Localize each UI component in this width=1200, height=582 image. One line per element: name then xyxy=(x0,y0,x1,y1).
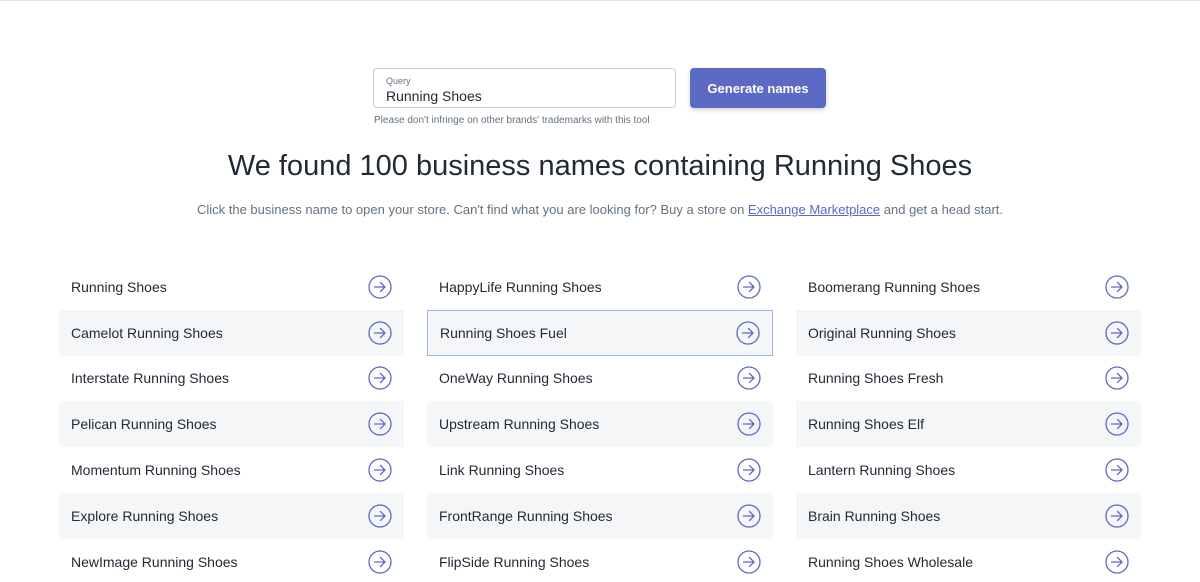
query-label: Query xyxy=(386,76,411,86)
query-field[interactable]: Query xyxy=(373,68,676,108)
arrow-circle-right-icon[interactable] xyxy=(368,321,392,345)
business-name-row[interactable]: Running Shoes Elf xyxy=(796,401,1141,448)
business-name-label: Running Shoes Fuel xyxy=(440,324,567,341)
arrow-circle-right-icon[interactable] xyxy=(1105,321,1129,345)
arrow-circle-right-icon[interactable] xyxy=(1105,458,1129,482)
business-name-row[interactable]: Camelot Running Shoes xyxy=(59,309,404,356)
arrow-circle-right-icon[interactable] xyxy=(368,458,392,482)
arrow-circle-right-icon[interactable] xyxy=(368,504,392,528)
business-name-row[interactable]: OneWay Running Shoes xyxy=(427,356,773,402)
business-name-label: Upstream Running Shoes xyxy=(439,416,600,433)
business-name-row[interactable]: HappyLife Running Shoes xyxy=(427,264,773,310)
top-divider xyxy=(0,0,1200,1)
business-name-label: Lantern Running Shoes xyxy=(808,462,956,479)
business-name-label: Running Shoes xyxy=(71,278,167,295)
arrow-circle-right-icon[interactable] xyxy=(736,321,760,345)
business-name-row[interactable]: Interstate Running Shoes xyxy=(59,356,404,402)
business-name-row[interactable]: Boomerang Running Shoes xyxy=(796,264,1141,310)
business-name-label: Original Running Shoes xyxy=(808,324,956,341)
arrow-circle-right-icon[interactable] xyxy=(368,366,392,391)
trademark-hint: Please don't infringe on other brands' t… xyxy=(374,115,650,126)
business-name-label: Running Shoes Wholesale xyxy=(808,553,973,570)
business-name-row[interactable]: Running Shoes Wholesale xyxy=(796,539,1141,582)
arrow-circle-right-icon[interactable] xyxy=(368,412,392,436)
query-input[interactable] xyxy=(386,88,663,104)
business-name-label: Brain Running Shoes xyxy=(808,507,941,524)
business-name-row[interactable]: Pelican Running Shoes xyxy=(59,401,404,448)
search-bar: Query Generate names xyxy=(373,68,826,108)
business-name-row[interactable]: Link Running Shoes xyxy=(427,447,773,493)
subline-text-before: Click the business name to open your sto… xyxy=(196,202,748,217)
business-name-label: NewImage Running Shoes xyxy=(71,553,238,570)
business-name-label: Momentum Running Shoes xyxy=(71,462,241,479)
business-name-label: Running Shoes Fresh xyxy=(808,370,944,387)
arrow-circle-right-icon[interactable] xyxy=(368,550,392,574)
business-name-row[interactable]: Lantern Running Shoes xyxy=(796,447,1141,493)
generate-names-button[interactable]: Generate names xyxy=(690,68,826,108)
results-headline: We found 100 business names containing R… xyxy=(227,150,973,182)
business-name-row[interactable]: Explore Running Shoes xyxy=(59,492,404,539)
business-name-row[interactable]: FrontRange Running Shoes xyxy=(427,492,773,539)
business-name-label: Link Running Shoes xyxy=(439,462,565,479)
business-name-row[interactable]: Running Shoes Fuel xyxy=(427,309,773,356)
business-name-label: Explore Running Shoes xyxy=(71,507,219,524)
business-name-label: Interstate Running Shoes xyxy=(71,370,229,387)
business-name-row[interactable]: Running Shoes Fresh xyxy=(796,356,1141,402)
results-subline: Click the business name to open your sto… xyxy=(0,202,1200,217)
exchange-marketplace-link[interactable]: Exchange Marketplace xyxy=(748,202,880,217)
business-name-row[interactable]: Momentum Running Shoes xyxy=(59,447,404,493)
business-name-row[interactable]: Brain Running Shoes xyxy=(796,492,1141,539)
arrow-circle-right-icon[interactable] xyxy=(737,550,761,574)
arrow-circle-right-icon[interactable] xyxy=(368,275,392,299)
arrow-circle-right-icon[interactable] xyxy=(1105,366,1129,391)
business-name-label: FrontRange Running Shoes xyxy=(439,507,613,524)
arrow-circle-right-icon[interactable] xyxy=(1105,412,1129,436)
business-name-label: HappyLife Running Shoes xyxy=(439,278,602,295)
business-name-label: Camelot Running Shoes xyxy=(71,324,223,341)
arrow-circle-right-icon[interactable] xyxy=(737,366,761,391)
business-name-label: OneWay Running Shoes xyxy=(439,370,593,387)
arrow-circle-right-icon[interactable] xyxy=(737,504,761,528)
business-name-label: Pelican Running Shoes xyxy=(71,416,217,433)
arrow-circle-right-icon[interactable] xyxy=(737,275,761,299)
business-name-label: Running Shoes Elf xyxy=(808,416,924,433)
business-name-row[interactable]: Running Shoes xyxy=(59,264,404,310)
business-name-label: FlipSide Running Shoes xyxy=(439,553,590,570)
business-name-row[interactable]: Upstream Running Shoes xyxy=(427,401,773,448)
business-name-row[interactable]: Original Running Shoes xyxy=(796,309,1141,356)
arrow-circle-right-icon[interactable] xyxy=(1105,550,1129,574)
business-name-row[interactable]: FlipSide Running Shoes xyxy=(427,539,773,582)
business-names-grid: Running Shoes HappyLife Running Shoes Boom… xyxy=(59,264,1141,582)
arrow-circle-right-icon[interactable] xyxy=(737,412,761,436)
arrow-circle-right-icon[interactable] xyxy=(737,458,761,482)
subline-text-after: and get a head start. xyxy=(880,202,1004,217)
business-name-label: Boomerang Running Shoes xyxy=(808,278,981,295)
arrow-circle-right-icon[interactable] xyxy=(1105,275,1129,299)
arrow-circle-right-icon[interactable] xyxy=(1105,504,1129,528)
business-name-row[interactable]: NewImage Running Shoes xyxy=(59,539,404,582)
